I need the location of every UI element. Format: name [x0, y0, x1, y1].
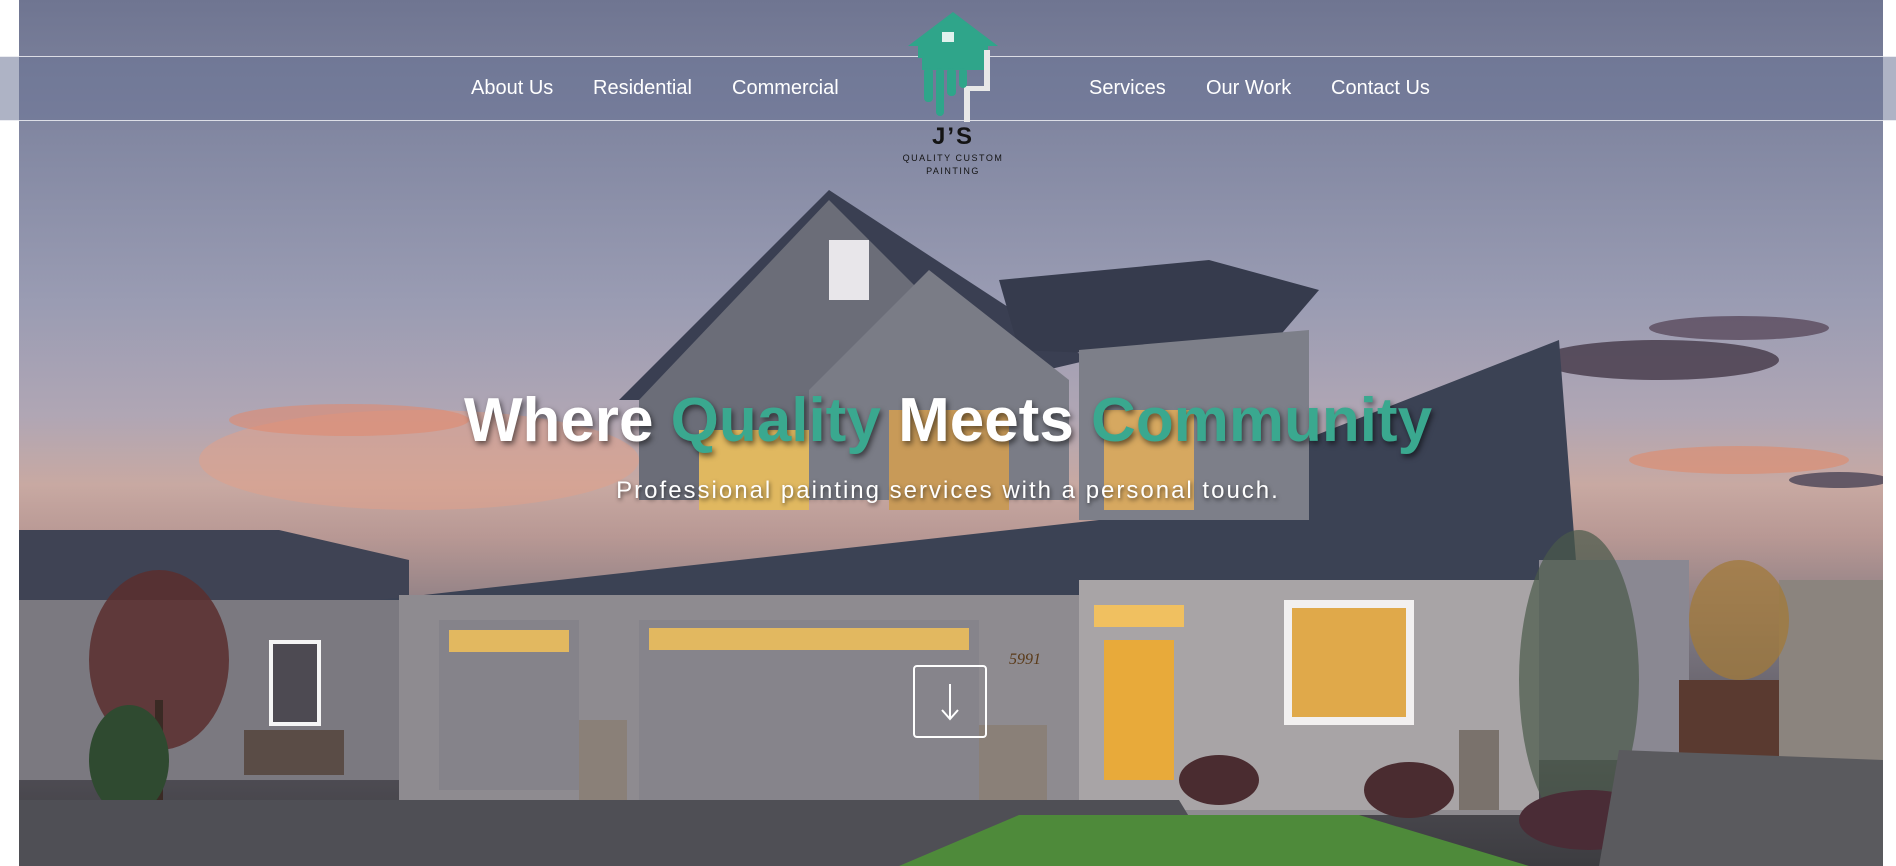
nav-residential[interactable]: Residential [593, 76, 692, 100]
headline-word-community: Community [1091, 386, 1433, 455]
paint-roller-house-icon [908, 12, 998, 122]
nav-commercial[interactable]: Commercial [732, 76, 839, 100]
scroll-down-button[interactable] [913, 665, 987, 738]
house-number: 5991 [1009, 651, 1041, 668]
hero-subheadline: Professional painting services with a pe… [616, 477, 1280, 504]
headline-word-meets: Meets [898, 386, 1074, 455]
logo-subtitle-line2: PAINTING [926, 166, 980, 176]
arrow-down-icon [941, 683, 959, 721]
nav-about-us[interactable]: About Us [471, 76, 553, 100]
logo-title: J’S [931, 123, 975, 150]
hero-headline: Where Quality Meets Community [0, 388, 1896, 454]
nav-contact-us[interactable]: Contact Us [1331, 76, 1430, 100]
nav-services[interactable]: Services [1089, 76, 1166, 100]
headline-word-quality: Quality [670, 386, 881, 455]
logo-subtitle-line1: QUALITY CUSTOM [902, 153, 1004, 163]
headline-word-where: Where [463, 386, 654, 455]
logo-subtitle: QUALITY CUSTOM PAINTING [898, 152, 1008, 178]
nav-our-work[interactable]: Our Work [1206, 76, 1291, 100]
brand-logo[interactable]: J’S QUALITY CUSTOM PAINTING [898, 10, 1008, 176]
